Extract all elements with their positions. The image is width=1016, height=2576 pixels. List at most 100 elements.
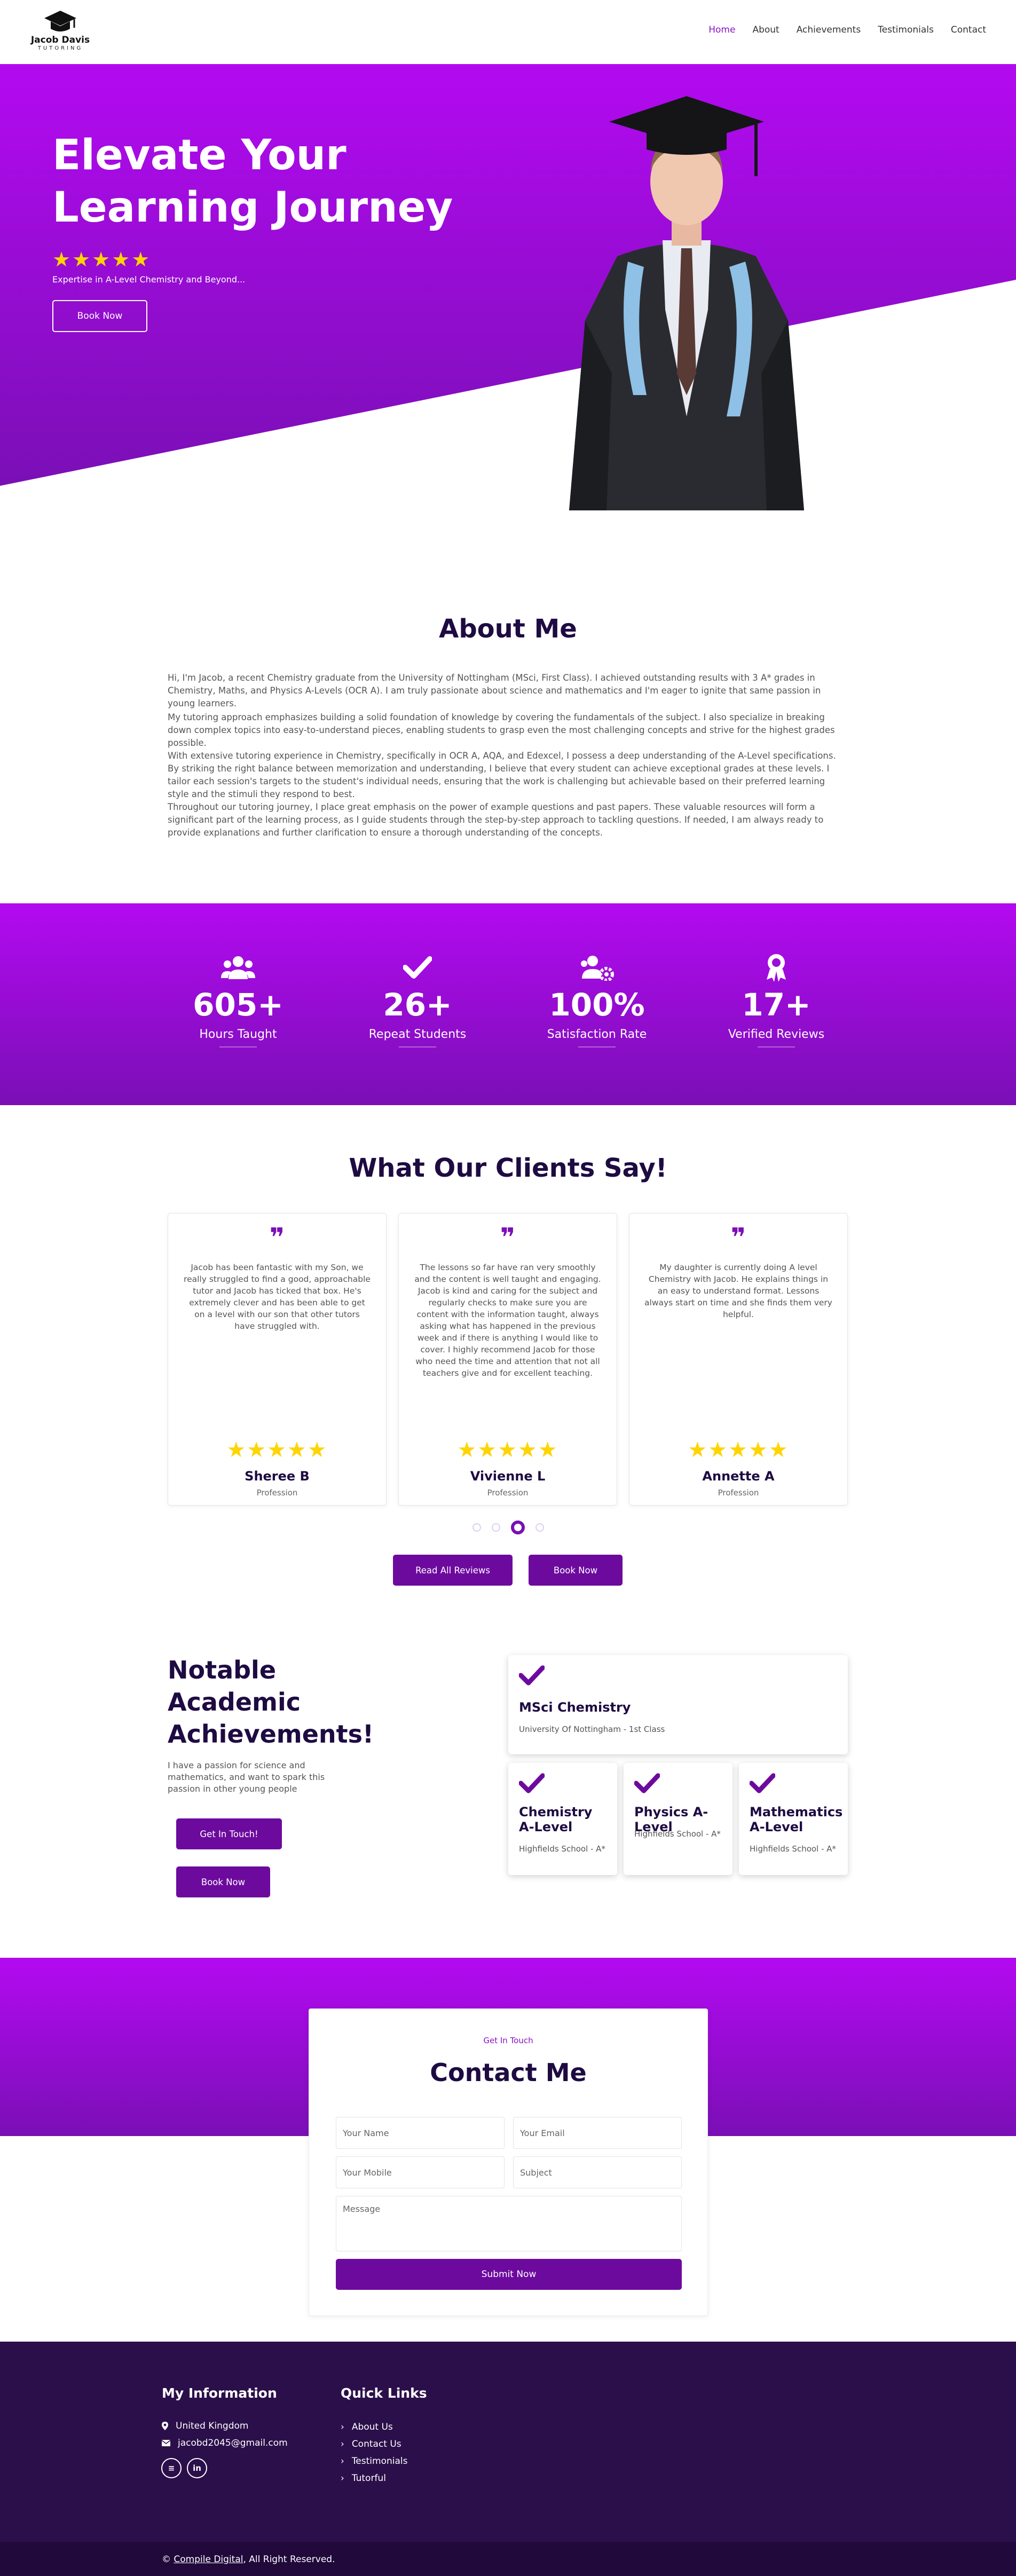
carousel-dots bbox=[0, 1521, 1016, 1534]
chevron-right-icon: › bbox=[341, 2473, 344, 2484]
testimonial-card: ❞ The lessons so far have ran very smoot… bbox=[398, 1213, 617, 1506]
contact-title: Contact Me bbox=[430, 2058, 587, 2087]
check-icon bbox=[519, 1773, 545, 1793]
stat-number: 605+ bbox=[193, 987, 283, 1023]
envelope-icon bbox=[162, 2440, 170, 2446]
reviewer-profession: Profession bbox=[718, 1488, 759, 1498]
reviewer-profession: Profession bbox=[487, 1488, 529, 1498]
footer-link-testimonials[interactable]: › Testimonials bbox=[341, 2456, 407, 2467]
reviewer-name: Sheree B bbox=[245, 1469, 310, 1484]
stat-label: Satisfaction Rate bbox=[547, 1028, 647, 1041]
footer-link-label[interactable]: Testimonials bbox=[352, 2456, 408, 2467]
linkedin-icon[interactable]: in bbox=[187, 2458, 207, 2478]
subject-field[interactable]: Subject bbox=[513, 2156, 682, 2188]
achievement-subtitle: University Of Nottingham - 1st Class bbox=[519, 1724, 665, 1734]
compile-digital-link[interactable]: Compile Digital bbox=[174, 2554, 243, 2565]
about-paragraph: Hi, I'm Jacob, a recent Chemistry gradua… bbox=[168, 673, 821, 708]
divider bbox=[758, 1046, 795, 1047]
name-field[interactable]: Your Name bbox=[336, 2117, 505, 2149]
tutorful-icon[interactable]: ≡ bbox=[161, 2458, 182, 2478]
achievement-subtitle: Highfields School - A* bbox=[519, 1844, 605, 1854]
hero-book-button[interactable]: Book Now bbox=[52, 300, 147, 332]
about-paragraph: Throughout our tutoring journey, I place… bbox=[168, 802, 824, 838]
about-paragraph: My tutoring approach emphasizes building… bbox=[168, 712, 835, 748]
reviewer-name: Vivienne L bbox=[470, 1469, 546, 1484]
check-icon bbox=[750, 1773, 775, 1793]
stat-label: Repeat Students bbox=[368, 1028, 467, 1041]
hero-rating-stars: ★★★★★ bbox=[52, 248, 152, 271]
copyright-suffix: , All Right Reserved. bbox=[243, 2554, 335, 2565]
carousel-dot[interactable] bbox=[472, 1523, 481, 1532]
get-in-touch-button[interactable]: Get In Touch! bbox=[176, 1818, 282, 1849]
nav-contact[interactable]: Contact bbox=[951, 25, 986, 35]
book-now-button[interactable]: Book Now bbox=[529, 1555, 623, 1586]
read-all-reviews-button[interactable]: Read All Reviews bbox=[393, 1555, 513, 1586]
footer-link-about[interactable]: › About Us bbox=[341, 2422, 393, 2432]
check-icon bbox=[519, 1665, 545, 1685]
nav-home[interactable]: Home bbox=[708, 25, 735, 35]
stat-number: 100% bbox=[549, 987, 645, 1023]
email-field[interactable]: Your Email bbox=[513, 2117, 682, 2149]
rating-stars: ★★★★★ bbox=[688, 1438, 789, 1462]
stat-repeat: 26+ Repeat Students bbox=[332, 951, 503, 1047]
logo[interactable]: Jacob Davis TUTORING bbox=[26, 10, 95, 56]
achievement-card: Physics A-Level Highfields School - A* bbox=[624, 1763, 733, 1875]
nav-testimonials[interactable]: Testimonials bbox=[878, 25, 934, 35]
reviewer-profession: Profession bbox=[256, 1488, 298, 1498]
footer bbox=[0, 2342, 1016, 2576]
email-text[interactable]: jacobd2045@gmail.com bbox=[178, 2438, 288, 2448]
reviewer-name: Annette A bbox=[702, 1469, 775, 1484]
graduation-cap-icon bbox=[44, 11, 76, 31]
achievement-card: MSci Chemistry University Of Nottingham … bbox=[508, 1655, 848, 1754]
stat-reviews: 17+ Verified Reviews bbox=[691, 951, 862, 1047]
rating-stars: ★★★★★ bbox=[457, 1438, 558, 1462]
stat-satisfaction: 100% Satisfaction Rate bbox=[511, 951, 682, 1047]
footer-link-label[interactable]: Tutorful bbox=[352, 2473, 386, 2484]
divider bbox=[578, 1046, 616, 1047]
chevron-right-icon: › bbox=[341, 2456, 344, 2467]
hero-title: Elevate Your Learning Journey bbox=[52, 131, 453, 232]
nav-about[interactable]: About bbox=[752, 25, 779, 35]
achievement-subtitle: Highfields School - A* bbox=[634, 1829, 721, 1839]
testimonial-text: My daughter is currently doing A level C… bbox=[644, 1263, 832, 1319]
footer-link-contact[interactable]: › Contact Us bbox=[341, 2439, 401, 2449]
about-paragraph: With extensive tutoring experience in Ch… bbox=[168, 751, 836, 799]
carousel-dot[interactable] bbox=[491, 1523, 500, 1532]
location-text: United Kingdom bbox=[176, 2421, 249, 2431]
quote-icon: ❞ bbox=[269, 1223, 285, 1252]
footer-bottom-bar bbox=[0, 2542, 1016, 2576]
achievement-card: Chemistry A-Level Highfields School - A* bbox=[508, 1763, 617, 1875]
achievements-book-button[interactable]: Book Now bbox=[176, 1866, 270, 1897]
check-icon bbox=[634, 1773, 660, 1793]
footer-email[interactable]: jacobd2045@gmail.com bbox=[162, 2438, 288, 2448]
submit-button[interactable]: Submit Now bbox=[336, 2259, 682, 2290]
contact-eyebrow: Get In Touch bbox=[483, 2036, 533, 2045]
copyright-prefix: © bbox=[162, 2554, 174, 2565]
mobile-field[interactable]: Your Mobile bbox=[336, 2156, 505, 2188]
footer-link-label[interactable]: Contact Us bbox=[352, 2439, 401, 2449]
carousel-dot-active[interactable] bbox=[510, 1521, 525, 1534]
about-title: About Me bbox=[439, 614, 577, 644]
footer-link-label[interactable]: About Us bbox=[352, 2422, 393, 2432]
chevron-right-icon: › bbox=[341, 2422, 344, 2432]
quote-icon: ❞ bbox=[730, 1223, 746, 1252]
carousel-dot[interactable] bbox=[535, 1523, 544, 1532]
chevron-right-icon: › bbox=[341, 2439, 344, 2449]
stat-number: 17+ bbox=[742, 987, 811, 1023]
message-field[interactable]: Message bbox=[336, 2196, 682, 2251]
check-icon bbox=[332, 951, 503, 983]
users-cog-icon bbox=[511, 951, 682, 983]
nav-achievements[interactable]: Achievements bbox=[797, 25, 861, 35]
stat-hours: 605+ Hours Taught bbox=[153, 951, 324, 1047]
users-icon bbox=[153, 951, 324, 983]
footer-location: United Kingdom bbox=[162, 2421, 248, 2431]
achievement-subtitle: Highfields School - A* bbox=[750, 1844, 836, 1854]
footer-link-tutorful[interactable]: › Tutorful bbox=[341, 2473, 386, 2484]
divider bbox=[219, 1046, 257, 1047]
contact-form: Get In Touch Contact Me Your Name Your E… bbox=[309, 2008, 708, 2316]
achievement-title: Chemistry A-Level bbox=[519, 1805, 593, 1834]
divider bbox=[399, 1046, 436, 1047]
testimonial-card: ❞ Jacob has been fantastic with my Son, … bbox=[168, 1213, 387, 1506]
copyright: © Compile Digital, All Right Reserved. bbox=[162, 2554, 335, 2565]
achievement-title: MSci Chemistry bbox=[519, 1700, 631, 1715]
